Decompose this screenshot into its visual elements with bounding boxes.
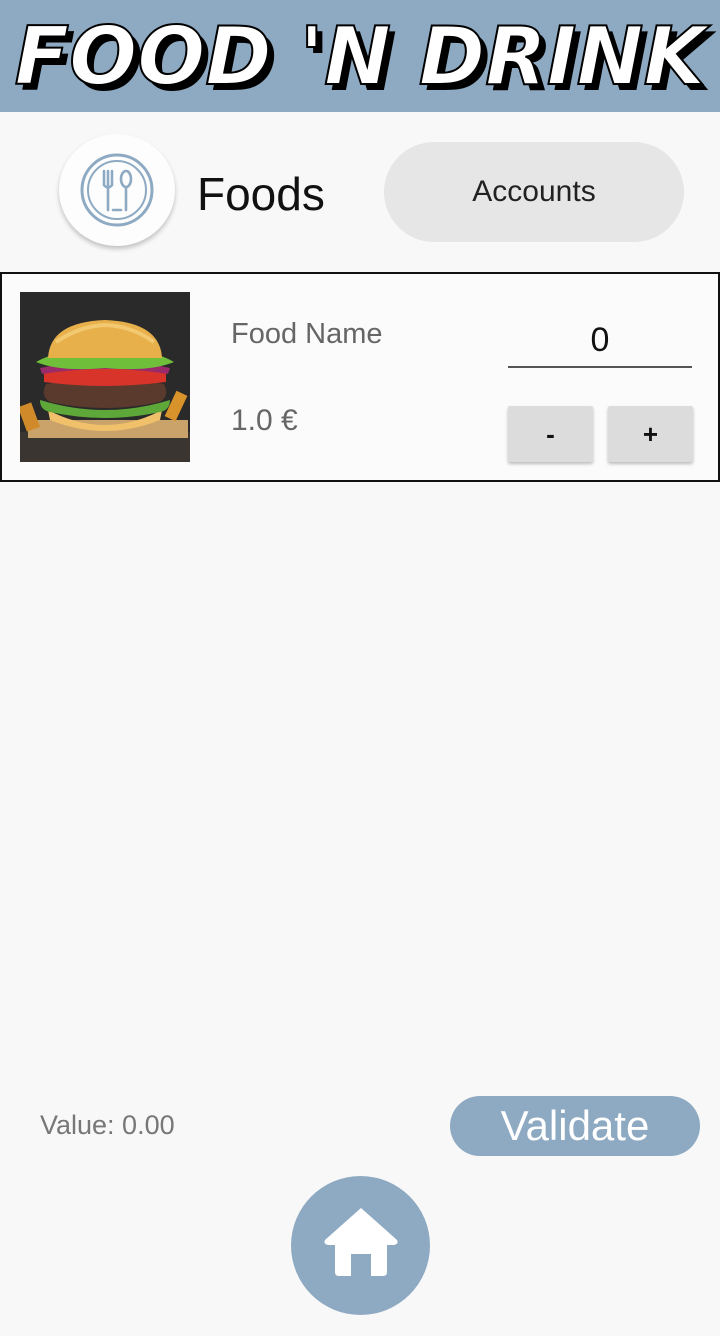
accounts-button[interactable]: Accounts: [384, 142, 684, 242]
app-logo: FOOD 'N DRINK FOOD 'N DRINK: [14, 9, 717, 109]
total-value: Value: 0.00: [40, 1110, 175, 1140]
decrement-button[interactable]: -: [508, 406, 593, 462]
utensils-icon: [80, 153, 154, 227]
home-button[interactable]: [291, 1176, 430, 1315]
quantity-field[interactable]: 0: [508, 314, 692, 368]
category-icon-button[interactable]: [59, 134, 175, 246]
app-header: FOOD 'N DRINK FOOD 'N DRINK: [0, 0, 720, 112]
food-name: Food Name: [231, 318, 383, 350]
page-title: Foods: [197, 168, 325, 220]
increment-button[interactable]: +: [608, 406, 693, 462]
validate-button[interactable]: Validate: [450, 1096, 700, 1156]
food-item-card: Food Name 1.0 € 0 - +: [0, 272, 720, 482]
food-price: 1.0 €: [231, 404, 298, 437]
home-icon: [324, 1208, 398, 1276]
logo-text: FOOD 'N DRINK: [15, 10, 711, 103]
burger-image: [20, 292, 190, 462]
